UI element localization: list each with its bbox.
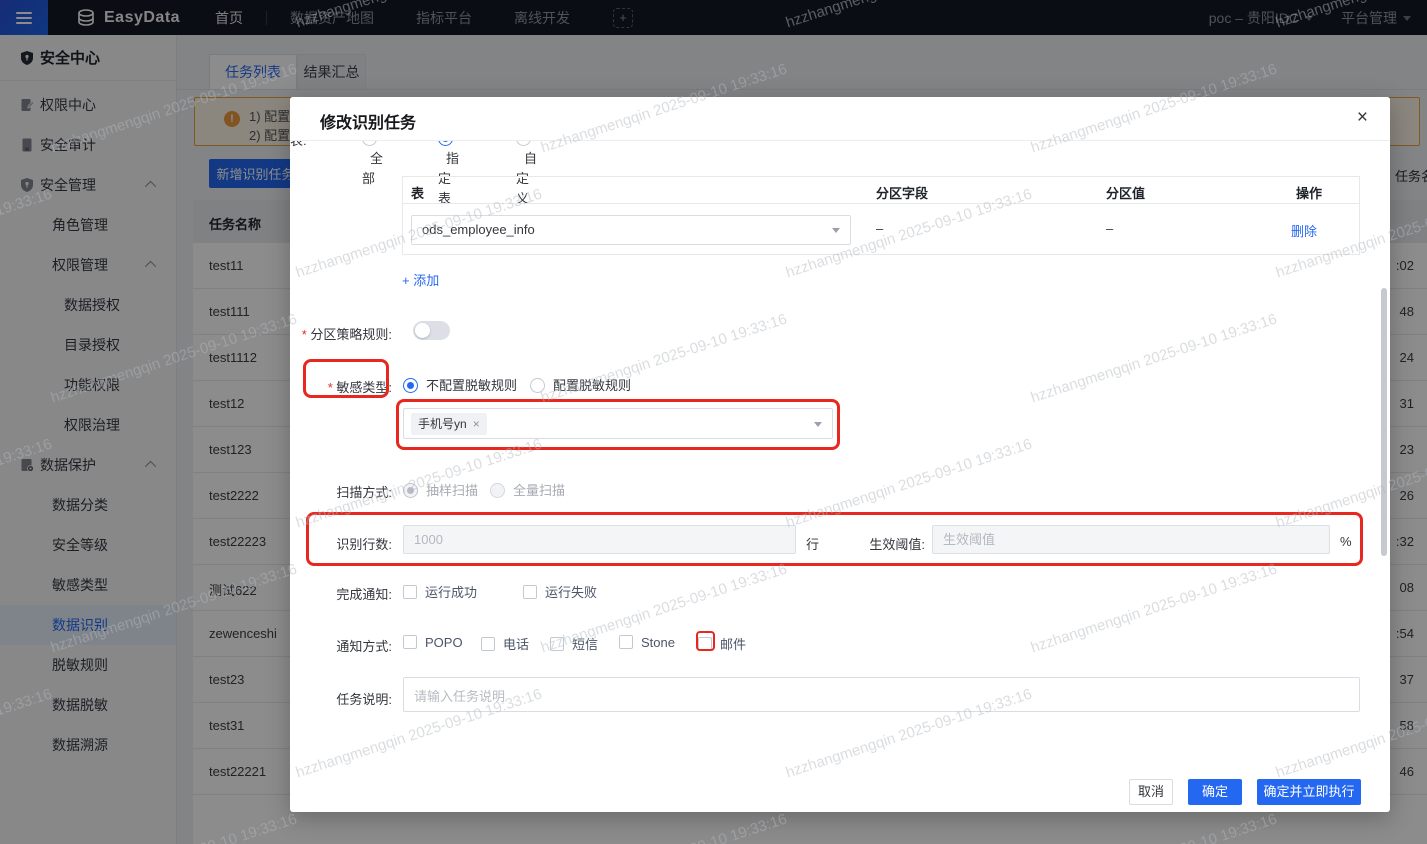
sensitive-type-select[interactable]: 手机号yn ×: [403, 408, 833, 439]
checkbox-icon[interactable]: [403, 585, 417, 599]
checkbox-icon[interactable]: [481, 637, 495, 651]
partition-value-value: –: [1106, 221, 1114, 236]
col-partition-field: 分区字段: [876, 186, 929, 201]
chevron-down-icon: [832, 228, 840, 233]
notify-method-option-2[interactable]: 短信: [550, 634, 598, 654]
checkbox-label[interactable]: 电话: [503, 637, 529, 652]
threshold-label: 生效阈值:: [869, 537, 925, 552]
modal-title: 修改识别任务: [320, 115, 417, 132]
scan-method-label: 扫描方式:: [336, 485, 392, 500]
threshold-input[interactable]: [932, 525, 1330, 554]
add-table-link[interactable]: + 添加: [402, 270, 439, 289]
partition-rule-toggle[interactable]: [413, 321, 450, 340]
modal-body: 表: 全部 指定表 自定义 表 分区字段 分区值 操作 ods_employee…: [290, 97, 1390, 812]
table-select[interactable]: ods_employee_info: [411, 215, 851, 245]
tag-remove-icon[interactable]: ×: [473, 417, 480, 431]
checkbox-icon[interactable]: [619, 635, 633, 649]
checkbox-label[interactable]: Stone: [641, 635, 675, 650]
radio-all-label[interactable]: 全部: [362, 151, 383, 186]
confirm-and-run-button[interactable]: 确定并立即执行: [1257, 779, 1361, 805]
edit-recognition-task-modal: 表: 全部 指定表 自定义 表 分区字段 分区值 操作 ods_employee…: [290, 97, 1390, 812]
page: EasyData 首页 数据资产地图 指标平台 离线开发 + poc – 贵阳IDC …: [0, 0, 1427, 844]
modal-scrollbar[interactable]: [1381, 288, 1387, 556]
notify-method-label: 通知方式:: [336, 639, 392, 654]
checkbox-label[interactable]: POPO: [425, 635, 463, 650]
notify-method-option-4[interactable]: 邮件: [698, 634, 746, 654]
notify-method-option-3[interactable]: Stone: [619, 634, 675, 652]
complete-notify-option-0[interactable]: 运行成功: [403, 582, 477, 602]
notify-method-option-0[interactable]: POPO: [403, 634, 463, 652]
checkbox-label[interactable]: 短信: [572, 637, 598, 652]
selected-tables-table: 表 分区字段 分区值 操作 ods_employee_info – – 删除: [402, 176, 1360, 255]
radio-mask-rule-label[interactable]: 配置脱敏规则: [553, 378, 631, 393]
col-table: 表: [411, 186, 425, 201]
rows-suffix: 行: [806, 537, 820, 552]
checkbox-icon[interactable]: [523, 585, 537, 599]
col-actions: 操作: [1296, 186, 1323, 201]
checkbox-label[interactable]: 运行成功: [425, 585, 477, 600]
description-textarea[interactable]: [403, 677, 1360, 712]
rows-count-input[interactable]: [403, 525, 796, 554]
description-label: 任务说明:: [336, 692, 392, 707]
radio-mask-rule[interactable]: [530, 378, 545, 393]
radio-no-mask-rule-label[interactable]: 不配置脱敏规则: [426, 378, 517, 393]
checkbox-icon[interactable]: [698, 637, 712, 651]
table-header-divider: [403, 203, 1359, 204]
close-icon[interactable]: ×: [1357, 106, 1368, 130]
notify-method-option-1[interactable]: 电话: [481, 634, 529, 654]
threshold-suffix: %: [1340, 534, 1352, 549]
checkbox-label[interactable]: 邮件: [720, 637, 746, 652]
sensitive-type-label: 敏感类型:: [290, 377, 392, 396]
radio-sample-scan-label: 抽样扫描: [426, 483, 479, 498]
partition-rule-label: 分区策略规则:: [290, 324, 392, 343]
modal-header: 修改识别任务 ×: [290, 97, 1390, 141]
partition-field-value: –: [876, 221, 884, 236]
cancel-button[interactable]: 取消: [1129, 779, 1173, 805]
checkbox-label[interactable]: 运行失败: [545, 585, 597, 600]
complete-notify-option-1[interactable]: 运行失败: [523, 582, 597, 602]
complete-notify-label: 完成通知:: [336, 587, 392, 602]
checkbox-icon[interactable]: [550, 637, 564, 651]
rows-count-label: 识别行数:: [336, 537, 392, 552]
radio-sample-scan: [403, 483, 418, 498]
selected-tag: 手机号yn ×: [411, 413, 487, 435]
checkbox-icon[interactable]: [403, 635, 417, 649]
radio-full-scan: [490, 483, 505, 498]
col-partition-value: 分区值: [1106, 186, 1146, 201]
delete-link[interactable]: 删除: [1291, 221, 1317, 240]
radio-full-scan-label: 全量扫描: [513, 483, 566, 498]
chevron-down-icon: [814, 422, 822, 427]
confirm-button[interactable]: 确定: [1188, 779, 1242, 805]
radio-no-mask-rule[interactable]: [403, 378, 418, 393]
